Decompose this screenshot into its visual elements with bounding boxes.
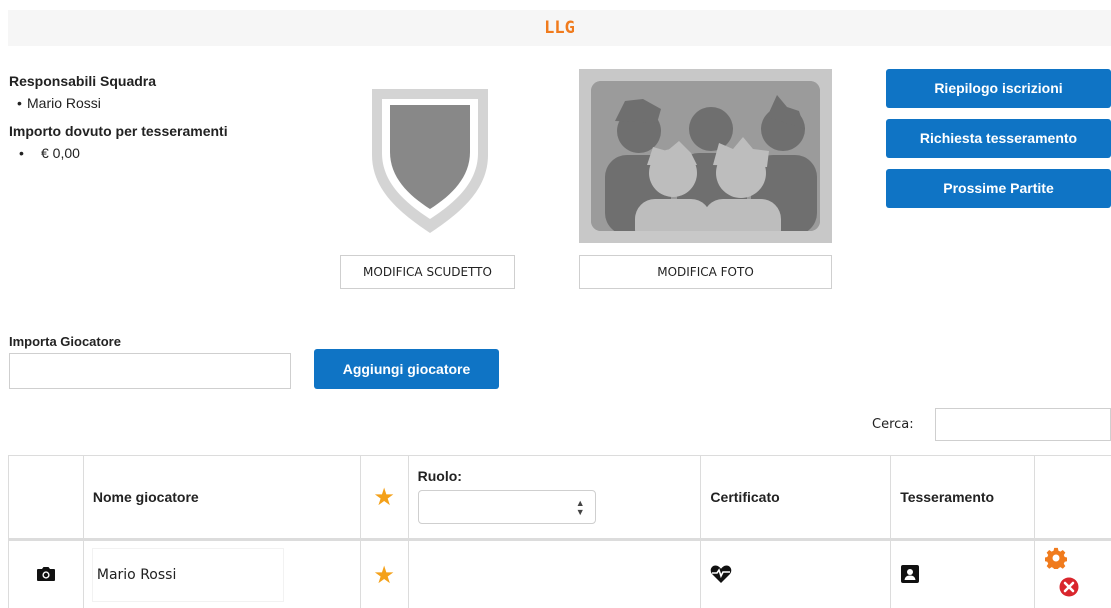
header-certificato[interactable]: Certificato bbox=[700, 455, 892, 541]
importo-label: Importo dovuto per tesseramenti bbox=[9, 123, 228, 139]
player-name-field[interactable]: Mario Rossi bbox=[92, 549, 283, 601]
importa-giocatore-label: Importa Giocatore bbox=[9, 334, 121, 349]
star-icon[interactable]: ★ bbox=[373, 562, 395, 589]
table-row: Mario Rossi ★ bbox=[8, 539, 1111, 608]
nome-cell: Mario Rossi bbox=[82, 539, 361, 608]
header-nome[interactable]: Nome giocatore bbox=[82, 455, 361, 541]
heart-pulse-icon[interactable] bbox=[710, 564, 732, 584]
ruolo-select[interactable]: ▲ ▼ bbox=[417, 490, 596, 524]
shield-icon bbox=[372, 89, 488, 233]
responsabili-list: Mario Rossi bbox=[9, 95, 228, 111]
table-header-row: Nome giocatore ★ Ruolo: ▲ ▼ Certificato T… bbox=[8, 455, 1111, 541]
star-cell: ★ bbox=[359, 539, 409, 608]
ruolo-cell bbox=[407, 539, 702, 608]
header-star[interactable]: ★ bbox=[359, 455, 409, 541]
team-info: Responsabili Squadra Mario Rossi Importo… bbox=[9, 73, 228, 161]
gear-icon[interactable] bbox=[1045, 547, 1068, 569]
search-input[interactable] bbox=[935, 408, 1111, 441]
players-table: Nome giocatore ★ Ruolo: ▲ ▼ Certificato T… bbox=[8, 455, 1111, 608]
aggiungi-giocatore-button[interactable]: Aggiungi giocatore bbox=[314, 349, 499, 389]
photo-cell bbox=[8, 539, 84, 608]
camera-icon[interactable] bbox=[36, 566, 56, 582]
search-label: Cerca: bbox=[872, 417, 914, 432]
ruolo-label: Ruolo: bbox=[417, 468, 462, 484]
select-arrows-icon: ▲ ▼ bbox=[575, 498, 585, 517]
responsabile-item: Mario Rossi bbox=[9, 95, 228, 111]
importo-value: € 0,00 bbox=[9, 145, 228, 161]
actions-cell bbox=[1034, 539, 1111, 608]
team-photo-placeholder bbox=[591, 81, 820, 231]
importo-list: € 0,00 bbox=[9, 145, 228, 161]
header-actions bbox=[1034, 455, 1111, 541]
modifica-scudetto-button[interactable]: MODIFICA SCUDETTO bbox=[340, 255, 515, 289]
group-people-icon bbox=[591, 81, 820, 231]
id-card-icon[interactable] bbox=[900, 564, 920, 584]
certificato-cell bbox=[700, 539, 892, 608]
responsabili-label: Responsabili Squadra bbox=[9, 73, 157, 89]
remove-circle-icon[interactable] bbox=[1059, 577, 1079, 597]
header-photo bbox=[8, 455, 84, 541]
prossime-partite-button[interactable]: Prossime Partite bbox=[886, 169, 1111, 208]
riepilogo-iscrizioni-button[interactable]: Riepilogo iscrizioni bbox=[886, 69, 1111, 108]
header-ruolo: Ruolo: ▲ ▼ bbox=[407, 455, 702, 541]
title-bar: LLG bbox=[8, 10, 1111, 46]
richiesta-tesseramento-button[interactable]: Richiesta tesseramento bbox=[886, 119, 1111, 158]
header-tesseramento[interactable]: Tesseramento bbox=[890, 455, 1036, 541]
star-icon: ★ bbox=[373, 483, 395, 511]
importa-giocatore-input[interactable] bbox=[9, 353, 291, 389]
page-title: LLG bbox=[544, 18, 575, 38]
team-photo bbox=[579, 69, 832, 243]
modifica-foto-button[interactable]: MODIFICA FOTO bbox=[579, 255, 832, 289]
tesseramento-cell bbox=[890, 539, 1036, 608]
